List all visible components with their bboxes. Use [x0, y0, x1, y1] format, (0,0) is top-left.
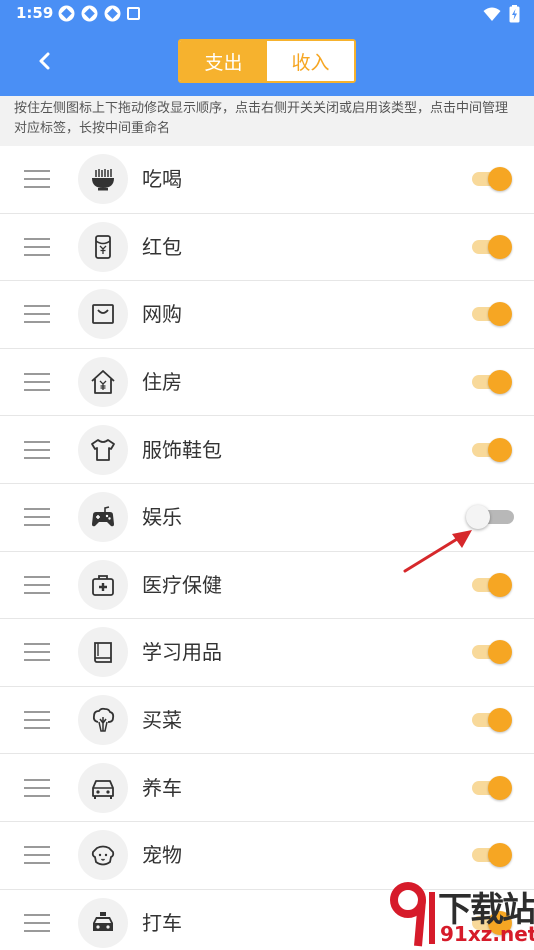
category-label[interactable]: 买菜 — [142, 707, 182, 733]
medical-kit-icon — [78, 559, 128, 610]
category-toggle[interactable] — [472, 437, 514, 462]
app-notification-icon — [81, 5, 98, 22]
system-icons — [483, 5, 520, 23]
a-notification-icon — [127, 7, 140, 20]
annotation-arrow-icon — [403, 530, 472, 573]
list-item: 网购 — [0, 281, 534, 349]
category-toggle[interactable] — [472, 572, 514, 597]
bowl-icon — [78, 154, 128, 205]
status-time: 1:59 — [16, 4, 54, 22]
drag-handle-icon[interactable] — [24, 305, 50, 324]
drag-handle-icon[interactable] — [24, 170, 50, 189]
watermark-line2: 91xz.net — [440, 922, 534, 946]
back-icon[interactable] — [30, 46, 60, 76]
category-toggle[interactable] — [472, 167, 514, 192]
list-item: 红包 — [0, 214, 534, 282]
tab-income[interactable]: 收入 — [267, 41, 354, 81]
book-icon — [78, 627, 128, 678]
category-label[interactable]: 网购 — [142, 301, 182, 327]
category-toggle[interactable] — [472, 843, 514, 868]
tab-expense[interactable]: 支出 — [180, 41, 267, 81]
category-toggle[interactable] — [472, 302, 514, 327]
category-label[interactable]: 服饰鞋包 — [142, 437, 222, 463]
list-item: 服饰鞋包 — [0, 416, 534, 484]
car-icon — [78, 762, 128, 813]
house-icon — [78, 357, 128, 408]
drag-handle-icon[interactable] — [24, 846, 50, 865]
category-toggle[interactable] — [472, 708, 514, 733]
taxi-icon — [78, 897, 128, 948]
drag-handle-icon[interactable] — [24, 643, 50, 662]
drag-handle-icon[interactable] — [24, 373, 50, 392]
status-bar: 1:59 — [0, 0, 534, 28]
app-notification-icon — [58, 5, 75, 22]
gamepad-icon — [78, 492, 128, 543]
notification-icons — [58, 5, 140, 22]
category-toggle[interactable] — [472, 640, 514, 665]
drag-handle-icon[interactable] — [24, 711, 50, 730]
vegetable-icon — [78, 695, 128, 746]
site-watermark: 下载站 91xz.net — [390, 878, 534, 950]
list-item: 养车 — [0, 754, 534, 822]
list-item: 买菜 — [0, 687, 534, 755]
pet-dog-icon — [78, 830, 128, 881]
app-header: 1:59 支出 收入 — [0, 0, 534, 96]
app-notification-icon — [104, 5, 121, 22]
category-label[interactable]: 吃喝 — [142, 166, 182, 192]
category-toggle[interactable] — [472, 370, 514, 395]
category-toggle[interactable] — [472, 234, 514, 259]
drag-handle-icon[interactable] — [24, 778, 50, 797]
category-label[interactable]: 学习用品 — [142, 639, 222, 665]
drag-handle-icon[interactable] — [24, 575, 50, 594]
expense-income-switch: 支出 收入 — [178, 39, 356, 83]
drag-handle-icon[interactable] — [24, 913, 50, 932]
red-envelope-icon — [78, 221, 128, 272]
category-label[interactable]: 打车 — [142, 910, 182, 936]
list-item: 吃喝 — [0, 146, 534, 214]
tshirt-icon — [78, 424, 128, 475]
list-item: 住房 — [0, 349, 534, 417]
category-label[interactable]: 娱乐 — [142, 504, 182, 530]
category-toggle[interactable] — [472, 775, 514, 800]
category-label[interactable]: 养车 — [142, 775, 182, 801]
category-label[interactable]: 红包 — [142, 234, 182, 260]
category-label[interactable]: 医疗保健 — [142, 572, 222, 598]
shopping-bag-icon — [78, 289, 128, 340]
drag-handle-icon[interactable] — [24, 237, 50, 256]
drag-handle-icon[interactable] — [24, 508, 50, 527]
category-label[interactable]: 宠物 — [142, 842, 182, 868]
watermark-logo-icon — [390, 882, 435, 947]
battery-icon — [509, 5, 520, 23]
drag-handle-icon[interactable] — [24, 440, 50, 459]
instruction-hint: 按住左侧图标上下拖动修改显示顺序，点击右侧开关关闭或启用该类型，点击中间管理对应… — [0, 96, 534, 146]
list-item: 学习用品 — [0, 619, 534, 687]
category-label[interactable]: 住房 — [142, 369, 182, 395]
wifi-icon — [483, 7, 501, 21]
